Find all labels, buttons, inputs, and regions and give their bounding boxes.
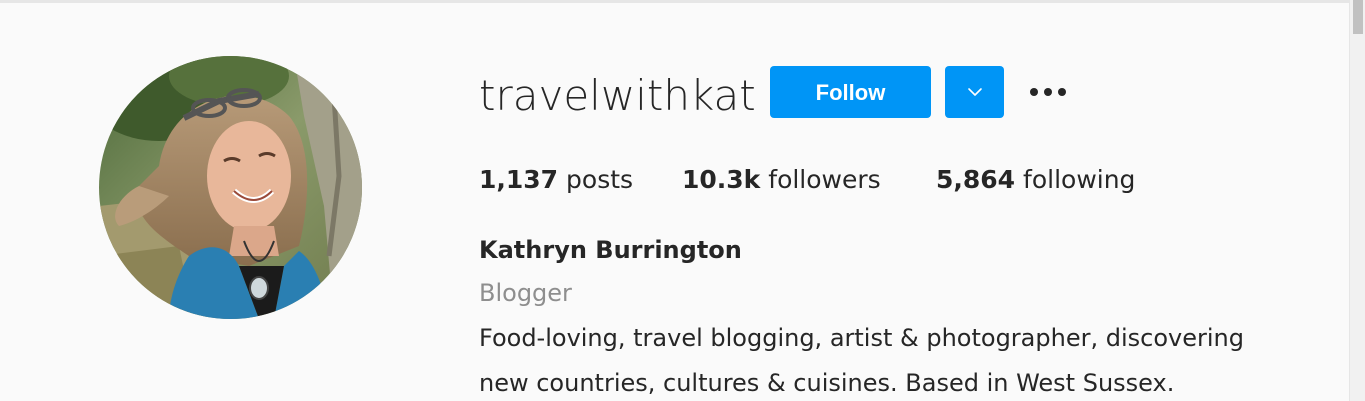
following-label: following [1023, 165, 1136, 194]
bio-line: new countries, cultures & cuisines. Base… [479, 369, 1175, 397]
chevron-down-icon [968, 88, 982, 96]
more-options-icon[interactable] [1028, 80, 1068, 104]
vertical-scrollbar[interactable] [1349, 0, 1365, 401]
followers-count: 10.3k [682, 165, 761, 194]
top-divider [0, 0, 1349, 3]
profile-username: travelwithkat [479, 71, 756, 120]
scrollbar-thumb[interactable] [1353, 0, 1363, 34]
followers-label: followers [768, 165, 881, 194]
following-stat[interactable]: 5,864 following [936, 164, 1135, 196]
follow-button[interactable]: Follow [770, 66, 931, 118]
profile-category: Blogger [479, 279, 572, 307]
followers-stat[interactable]: 10.3k followers [682, 164, 881, 196]
posts-stat: 1,137 posts [479, 164, 633, 196]
avatar[interactable] [99, 56, 362, 319]
following-count: 5,864 [936, 165, 1016, 194]
bio-line: Food-loving, travel blogging, artist & p… [479, 324, 1244, 352]
profile-page: travelwithkat Follow 1,137 posts 10.3k f… [0, 0, 1365, 401]
avatar-photo [99, 56, 362, 319]
profile-full-name: Kathryn Burrington [479, 236, 742, 264]
suggested-accounts-dropdown-button[interactable] [945, 66, 1004, 118]
posts-label: posts [566, 165, 634, 194]
posts-count: 1,137 [479, 165, 559, 194]
profile-bio: Food-loving, travel blogging, artist & p… [479, 316, 1299, 401]
